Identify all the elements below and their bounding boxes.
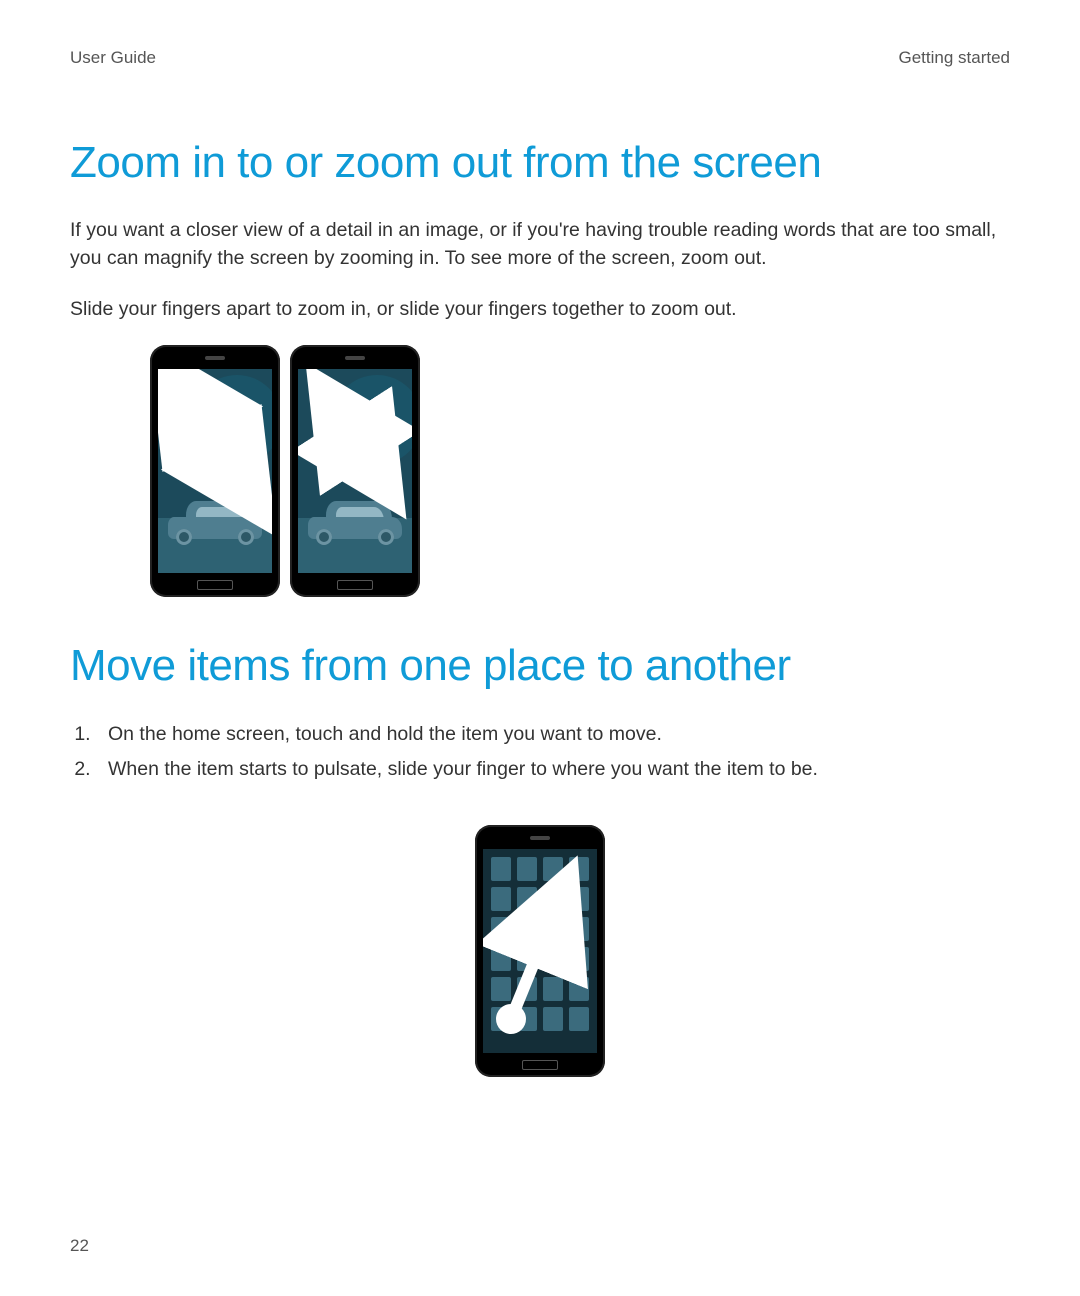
phone-screen [298,369,412,573]
page-container: User Guide Getting started Zoom in to or… [0,0,1080,1296]
dragged-app-icon [543,887,563,911]
page-header: User Guide Getting started [70,48,1010,68]
phone-screen [158,369,272,573]
move-step-2: When the item starts to pulsate, slide y… [96,754,1010,785]
home-grid [491,857,589,1031]
zoom-illustration-row [150,345,1010,597]
move-step-1: On the home screen, touch and hold the i… [96,719,1010,750]
chapter-name: Getting started [898,48,1010,68]
page-number: 22 [70,1236,89,1256]
zoom-paragraph-1: If you want a closer view of a detail in… [70,216,1010,273]
car-icon [304,497,406,545]
car-icon [164,497,266,545]
move-illustration-row [70,825,1010,1077]
pinch-in-phone [290,345,420,597]
drag-item-phone [475,825,605,1077]
pinch-out-phone [150,345,280,597]
section-title-zoom: Zoom in to or zoom out from the screen [70,138,1010,188]
move-steps-list: On the home screen, touch and hold the i… [70,719,1010,785]
doc-title: User Guide [70,48,156,68]
phone-screen [483,849,597,1053]
section-title-move: Move items from one place to another [70,641,1010,691]
zoom-paragraph-2: Slide your fingers apart to zoom in, or … [70,295,1010,323]
